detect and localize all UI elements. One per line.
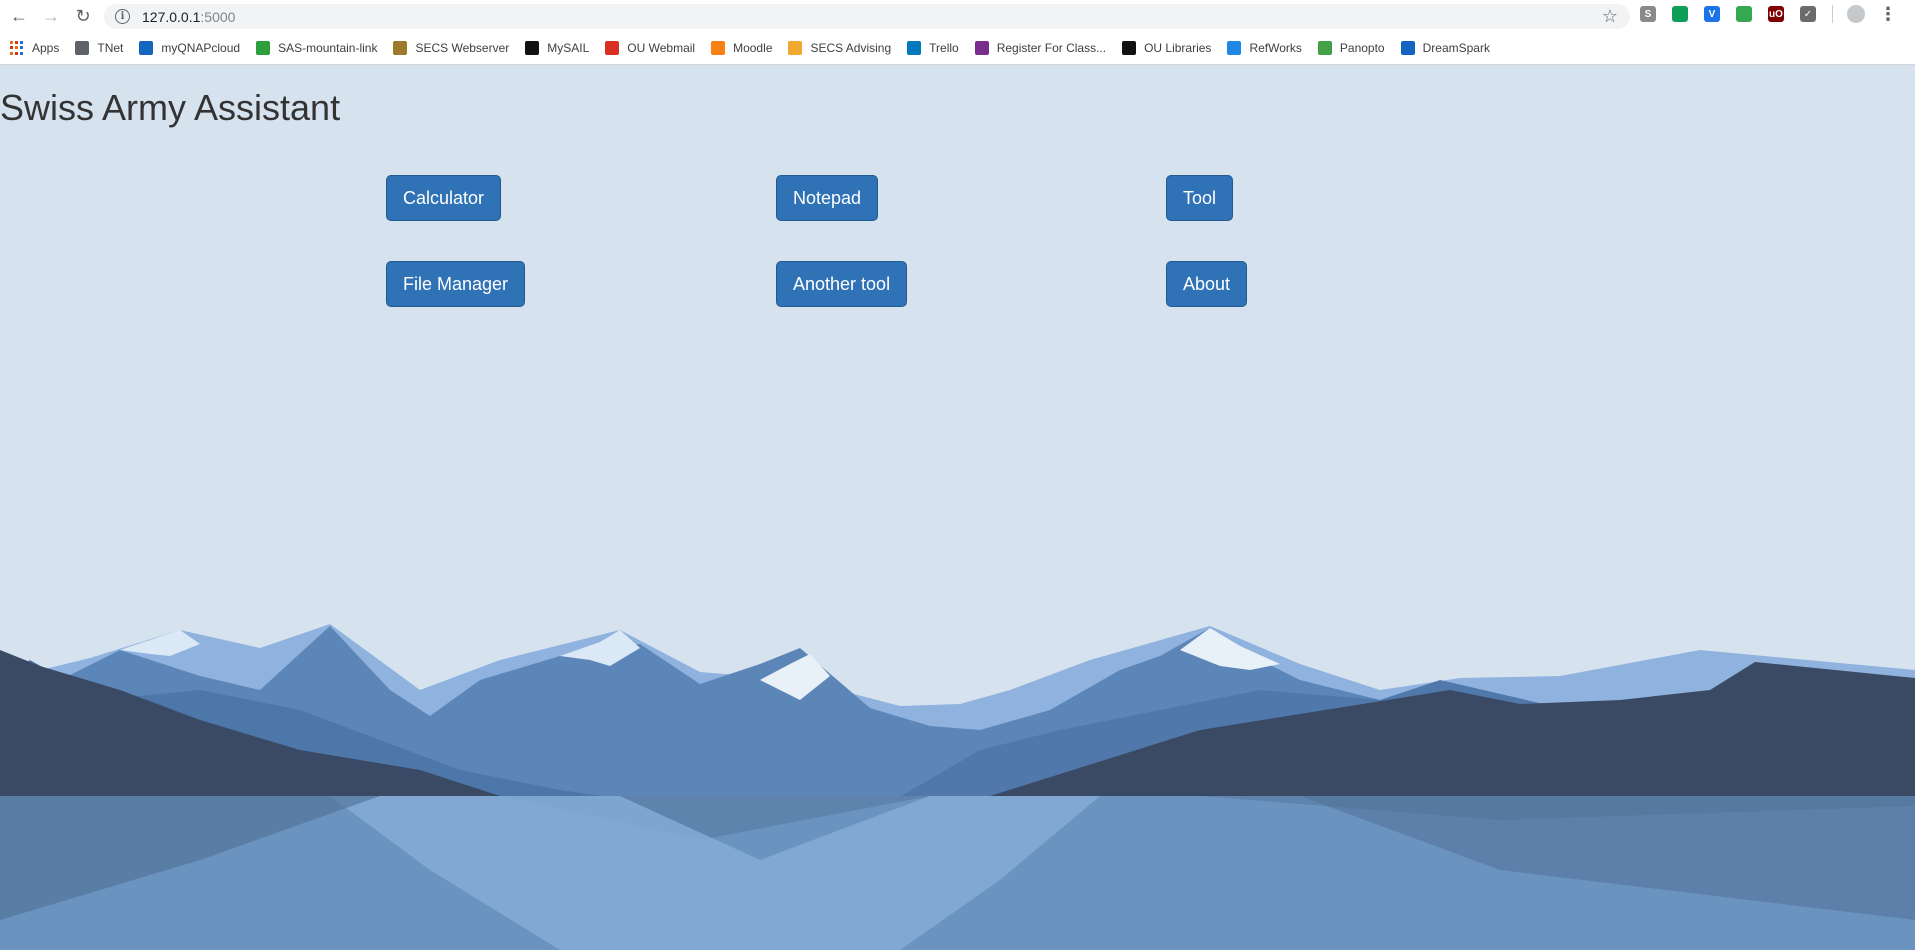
bookmark-label: MySAIL [547,41,590,55]
toolbar-divider [1832,5,1833,23]
refworks-icon [1227,41,1242,55]
bookmark-secs-webserver[interactable]: SECS Webserver [393,41,509,55]
bookmark-ou-libraries[interactable]: OU Libraries [1122,41,1211,55]
panopto-icon [1317,41,1332,55]
bookmark-secs-advising[interactable]: SECS Advising [788,41,891,55]
bookmark-label: Register For Class... [996,41,1107,55]
bookmark-tnet[interactable]: TNet [75,41,123,55]
page-content: Swiss Army Assistant Calculator Notepad … [0,65,1915,950]
reload-icon[interactable]: ↻ [70,3,96,29]
bookmark-dreamspark[interactable]: DreamSpark [1400,41,1490,55]
bookmark-label: Trello [929,41,959,55]
bookmark-mysail[interactable]: MySAIL [525,41,589,55]
calculator-button[interactable]: Calculator [386,175,502,221]
ublock-extension-icon[interactable]: uO [1768,6,1784,22]
site-info-icon[interactable]: i [115,9,130,24]
bookmark-register-for-class[interactable]: Register For Class... [974,41,1107,55]
another-tool-button[interactable]: Another tool [776,261,908,307]
v-extension-icon[interactable]: V [1704,6,1720,22]
bookmark-label: RefWorks [1249,41,1302,55]
bookmark-label: TNet [97,41,124,55]
bookmark-label: SAS-mountain-link [278,41,378,55]
check-extension-icon[interactable]: ✓ [1800,6,1816,22]
notepad-button[interactable]: Notepad [776,175,879,221]
cloud-icon [139,41,154,55]
bookmark-star-icon[interactable]: ☆ [1602,6,1618,27]
moodle-icon [711,41,726,55]
bookmark-label: OU Webmail [627,41,696,55]
profile-avatar[interactable] [1847,5,1865,23]
dreamspark-icon [1400,41,1415,55]
bookmark-trello[interactable]: Trello [907,41,959,55]
bookmark-label: Apps [32,41,60,55]
s-extension-icon[interactable]: S [1640,6,1656,22]
folder-icon [75,41,90,55]
ou-icon [393,41,408,55]
browser-toolbar: ← → ↻ i 127.0.0.1:5000 ☆ S VuO ✓ ⋮ [0,0,1915,32]
about-button[interactable]: About [1166,261,1248,307]
bookmark-label: myQNAPcloud [161,41,241,55]
address-bar[interactable]: i 127.0.0.1:5000 ☆ [104,4,1630,29]
star-burst-icon [788,41,803,55]
bookmarks-bar: Apps TNet myQNAPcloud SAS-mountain-link SECS… [0,32,1915,65]
bookmark-moodle[interactable]: Moodle [711,41,772,55]
gmail-icon [605,41,620,55]
bookmark-label: OU Libraries [1144,41,1212,55]
url-host: 127.0.0.1 [142,8,201,25]
page-title: Swiss Army Assistant [0,87,341,128]
forward-icon[interactable]: → [38,3,64,29]
px-icon [256,41,271,55]
extensions-area: S VuO ✓ ⋮ [1640,5,1897,23]
url-text: 127.0.0.1:5000 [142,9,235,25]
bookmark-label: DreamSpark [1422,41,1490,55]
bookmark-label: SECS Webserver [415,41,510,55]
bookmark-apps[interactable]: Apps [10,41,59,55]
e-icon [974,41,989,55]
trello-icon [907,41,922,55]
url-port: :5000 [200,8,236,25]
back-icon[interactable]: ← [6,3,32,29]
bookmark-ou-webmail[interactable]: OU Webmail [605,41,695,55]
bookmark-label: Panopto [1339,41,1385,55]
mountain-lake-background [0,624,1915,950]
bookmark-sas-mountain-link[interactable]: SAS-mountain-link [256,41,377,55]
menu-icon[interactable]: ⋮ [1879,5,1897,23]
file-manager-button[interactable]: File Manager [386,261,526,307]
bookmark-refworks[interactable]: RefWorks [1227,41,1302,55]
bookmark-myqnapcloud[interactable]: myQNAPcloud [139,41,240,55]
sail-icon [525,41,540,55]
bookmark-label: Moodle [733,41,773,55]
apps-grid-icon [10,41,24,55]
bookmark-panopto[interactable]: Panopto [1317,41,1385,55]
bookmark-label: SECS Advising [810,41,892,55]
green-square-extension-icon[interactable] [1736,6,1752,22]
green-bubble-extension-icon[interactable] [1672,6,1688,22]
tool-button[interactable]: Tool [1166,175,1234,221]
libraries-icon [1122,41,1137,55]
